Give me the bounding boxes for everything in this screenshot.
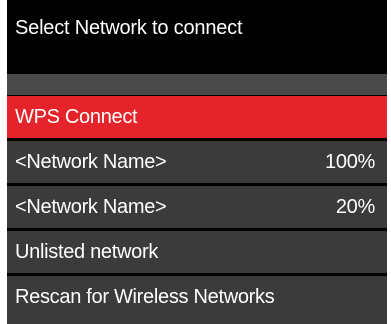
menu-separator bbox=[7, 74, 387, 95]
menu-item-label: WPS Connect bbox=[15, 106, 138, 128]
network-name-label: <Network Name> bbox=[15, 196, 167, 218]
screen-title: Select Network to connect bbox=[15, 17, 243, 39]
signal-strength: 20% bbox=[335, 196, 375, 218]
menu-item-wps-connect[interactable]: WPS Connect bbox=[7, 96, 387, 138]
menu-item-label: Rescan for Wireless Networks bbox=[15, 286, 275, 308]
menu-item-label: Unlisted network bbox=[15, 241, 159, 263]
menu-item-network-1[interactable]: <Network Name> 100% bbox=[7, 141, 387, 183]
title-bar: Select Network to connect bbox=[7, 0, 387, 74]
network-name-label: <Network Name> bbox=[15, 151, 167, 173]
menu-item-rescan[interactable]: Rescan for Wireless Networks bbox=[7, 276, 387, 324]
network-select-screen: Select Network to connect WPS Connect <N… bbox=[7, 0, 387, 324]
menu-item-unlisted-network[interactable]: Unlisted network bbox=[7, 231, 387, 273]
signal-strength: 100% bbox=[325, 151, 375, 173]
menu-item-network-2[interactable]: <Network Name> 20% bbox=[7, 186, 387, 228]
